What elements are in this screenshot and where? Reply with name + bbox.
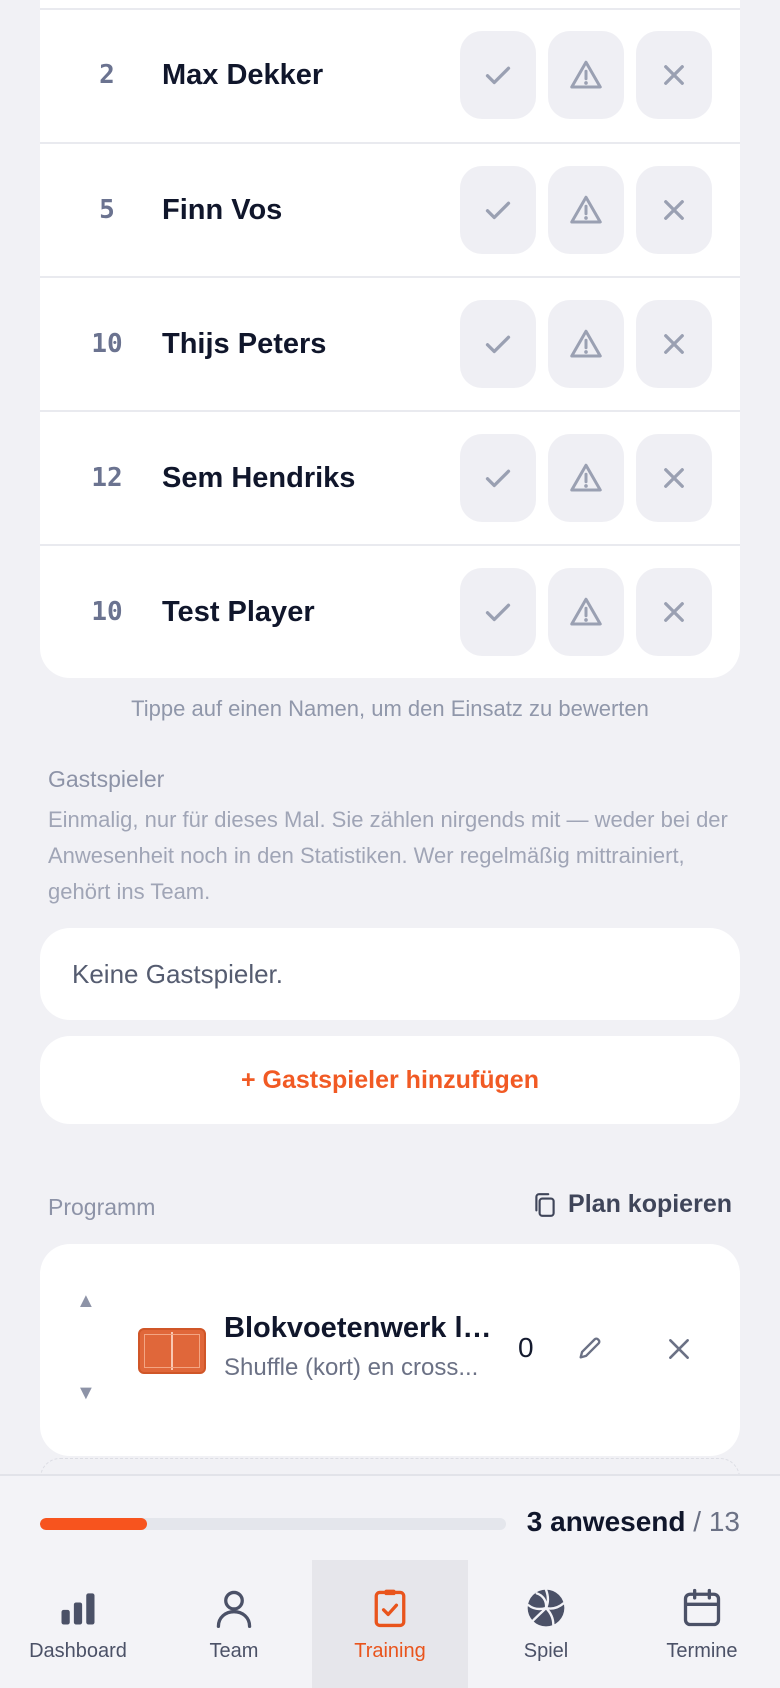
- player-name[interactable]: Finn Vos: [162, 194, 460, 227]
- bottom-nav: Dashboard Team Training Spiel Termine: [0, 1560, 780, 1688]
- calendar-icon: [683, 1588, 721, 1627]
- status-buttons: [460, 434, 712, 522]
- warning-icon: [570, 60, 602, 89]
- present-button[interactable]: [460, 31, 536, 119]
- status-buttons: [460, 166, 712, 254]
- player-number: 10: [91, 329, 123, 359]
- absent-button[interactable]: [636, 300, 712, 388]
- nav-label: Dashboard: [29, 1640, 127, 1662]
- check-icon: [485, 469, 511, 488]
- rating-hint: Tippe auf einen Namen, um den Einsatz zu…: [131, 696, 649, 721]
- nav-termine[interactable]: Termine: [624, 1560, 780, 1688]
- close-icon: [664, 65, 684, 85]
- check-icon: [485, 201, 511, 220]
- program-label: Programm: [48, 1194, 156, 1220]
- check-icon: [485, 66, 511, 85]
- volleyball-icon: [527, 1588, 565, 1627]
- status-buttons: [460, 31, 712, 119]
- player-name[interactable]: Max Dekker: [162, 59, 460, 92]
- copy-icon: [535, 1192, 555, 1217]
- court-thumbnail: [138, 1328, 206, 1374]
- player-row[interactable]: 12 Sem Hendriks: [40, 410, 740, 544]
- close-icon[interactable]: [666, 1336, 692, 1362]
- attendance-count: 3 anwesend / 13: [527, 1506, 740, 1538]
- warning-icon: [570, 597, 602, 626]
- drill-title: Blokvoetenwerk la...: [224, 1312, 502, 1344]
- absent-button[interactable]: [636, 568, 712, 656]
- nav-label: Spiel: [523, 1640, 569, 1662]
- player-number: 10: [91, 597, 123, 627]
- player-list: 2 Max Dekker 5 Finn Vos 10 Thijs Peters …: [40, 0, 740, 678]
- absent-button[interactable]: [636, 31, 712, 119]
- player-name[interactable]: Thijs Peters: [162, 328, 460, 361]
- drill-card[interactable]: ▲ ▼ Blokvoetenwerk la... Shuffle (kort) …: [40, 1244, 740, 1456]
- training-screen: 2 Max Dekker 5 Finn Vos 10 Thijs Peters …: [0, 0, 780, 1688]
- guests-label: Gastspieler: [48, 766, 165, 792]
- attendance-bar: 3 anwesend / 13: [0, 1474, 780, 1560]
- drill-subtitle: Shuffle (kort) en cross...: [224, 1354, 479, 1381]
- status-buttons: [460, 568, 712, 656]
- attendance-progress-fill: [40, 1518, 148, 1530]
- clipboard-check-icon: [374, 1589, 406, 1628]
- player-row[interactable]: 5 Finn Vos: [40, 142, 740, 276]
- warning-button[interactable]: [548, 568, 624, 656]
- present-button[interactable]: [460, 568, 536, 656]
- close-icon: [664, 468, 684, 488]
- attendance-progress: [40, 1518, 506, 1530]
- nav-dashboard[interactable]: Dashboard: [0, 1560, 156, 1688]
- move-up-icon[interactable]: ▲: [76, 1290, 96, 1313]
- warning-icon: [570, 329, 602, 358]
- nav-team[interactable]: Team: [156, 1560, 312, 1688]
- close-icon: [664, 602, 684, 622]
- warning-button[interactable]: [548, 300, 624, 388]
- status-buttons: [460, 300, 712, 388]
- present-button[interactable]: [460, 300, 536, 388]
- check-icon: [485, 335, 511, 354]
- pencil-icon[interactable]: [576, 1334, 604, 1362]
- player-number: 2: [99, 60, 115, 90]
- nav-label: Training: [354, 1640, 426, 1662]
- player-row[interactable]: 2 Max Dekker: [40, 0, 740, 142]
- guests-description: Einmalig, nur für dieses Mal. Sie zählen…: [48, 807, 728, 904]
- nav-training[interactable]: Training: [312, 1560, 468, 1688]
- present-count: 3 anwesend: [526, 1506, 686, 1537]
- player-number: 5: [99, 195, 115, 225]
- present-button[interactable]: [460, 434, 536, 522]
- player-name[interactable]: Test Player: [162, 596, 460, 629]
- nav-label: Termine: [666, 1640, 738, 1662]
- copy-plan-button[interactable]: Plan kopieren: [532, 1190, 732, 1219]
- no-guests-card: Keine Gastspieler.: [40, 928, 740, 1020]
- copy-plan-label: Plan kopieren: [568, 1190, 732, 1218]
- absent-button[interactable]: [636, 434, 712, 522]
- player-name[interactable]: Sem Hendriks: [162, 462, 460, 495]
- person-icon: [216, 1590, 252, 1628]
- add-guest-button[interactable]: + Gastspieler hinzufügen: [40, 1036, 740, 1124]
- total-count: / 13: [693, 1506, 740, 1537]
- close-icon: [664, 334, 684, 354]
- player-number: 12: [91, 463, 123, 493]
- warning-icon: [570, 463, 602, 492]
- player-row[interactable]: 10 Thijs Peters: [40, 276, 740, 410]
- warning-button[interactable]: [548, 434, 624, 522]
- player-row[interactable]: 10 Test Player: [40, 544, 740, 678]
- bar-chart-icon: [61, 1593, 95, 1625]
- warning-button[interactable]: [548, 31, 624, 119]
- nav-spiel[interactable]: Spiel: [468, 1560, 624, 1688]
- check-icon: [485, 603, 511, 622]
- present-button[interactable]: [460, 166, 536, 254]
- warning-button[interactable]: [548, 166, 624, 254]
- drill-count: 0: [518, 1332, 534, 1363]
- close-icon: [664, 200, 684, 220]
- warning-icon: [570, 195, 602, 224]
- nav-label: Team: [209, 1640, 259, 1662]
- absent-button[interactable]: [636, 166, 712, 254]
- move-down-icon[interactable]: ▼: [76, 1382, 96, 1405]
